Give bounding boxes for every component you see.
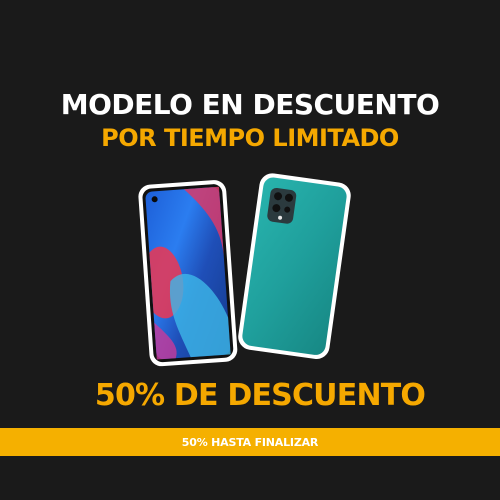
smartphone-front-icon <box>138 180 238 367</box>
discount-text: 50% DE DESCUENTO <box>94 378 426 413</box>
promo-banner: MODELO EN DESCUENTO POR TIEMPO LIMITADO <box>0 0 500 500</box>
headline-line-1: MODELO EN DESCUENTO <box>60 88 440 121</box>
bottom-bar: 50% HASTA FINALIZAR <box>0 428 500 456</box>
phones-image <box>138 173 351 367</box>
smartphone-back-icon <box>238 173 351 360</box>
bar-text: 50% HASTA FINALIZAR <box>181 435 319 449</box>
headline-line-2: POR TIEMPO LIMITADO <box>101 124 399 152</box>
